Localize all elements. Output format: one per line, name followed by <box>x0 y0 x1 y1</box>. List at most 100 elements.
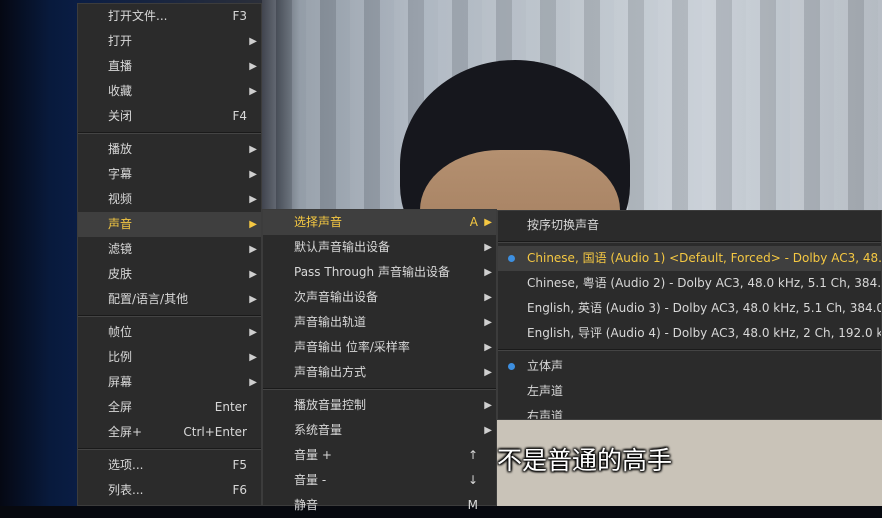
main-menu-item-2-3[interactable]: 全屏 Enter <box>78 395 261 420</box>
audio-menu-item-0-1[interactable]: 默认声音输出设备 ▶ <box>263 235 496 260</box>
main-menu-item-0-2[interactable]: 直播 ▶ <box>78 54 261 79</box>
submenu-arrow-icon: ▶ <box>484 425 492 436</box>
main-menu-item-1-5[interactable]: 皮肤 ▶ <box>78 262 261 287</box>
main-menu-item-shortcut: Enter <box>214 400 247 414</box>
audio-menu-item-0-3[interactable]: 次声音输出设备 ▶ <box>263 285 496 310</box>
select-audio-menu-item-2-2[interactable]: 右声道 <box>498 404 881 420</box>
submenu-arrow-icon: ▶ <box>249 377 257 388</box>
submenu-arrow-icon: ▶ <box>484 267 492 278</box>
main-menu-item-3-1[interactable]: 列表... F6 <box>78 478 261 503</box>
select-audio-menu-item-label: Chinese, 粤语 (Audio 2) - Dolby AC3, 48.0 … <box>527 276 882 290</box>
main-menu-item-label: 全屏+ <box>108 425 143 439</box>
audio-menu-item-0-6[interactable]: 声音输出方式 ▶ <box>263 360 496 385</box>
audio-menu-item-1-0[interactable]: 播放音量控制 ▶ <box>263 393 496 418</box>
main-menu-item-2-2[interactable]: 屏幕 ▶ <box>78 370 261 395</box>
main-menu-item-label: 打开 <box>108 34 133 48</box>
main-menu-item-1-1[interactable]: 字幕 ▶ <box>78 162 261 187</box>
audio-menu-item-label: 选择声音 <box>294 215 343 229</box>
main-menu-item-shortcut: F5 <box>232 458 247 472</box>
main-menu-item-shortcut: F4 <box>232 109 247 123</box>
select-audio-menu-item-0-0[interactable]: 按序切换声音 <box>498 213 881 238</box>
main-menu-item-0-1[interactable]: 打开 ▶ <box>78 29 261 54</box>
select-audio-menu-item-label: 右声道 <box>527 409 564 420</box>
audio-menu-item-label: 声音输出 位率/采样率 <box>294 340 410 354</box>
audio-menu-item-0-0[interactable]: 选择声音 A ▶ <box>263 210 496 235</box>
main-menu-item-label: 帧位 <box>108 325 133 339</box>
submenu-arrow-icon: ▶ <box>249 36 257 47</box>
main-menu-item-1-0[interactable]: 播放 ▶ <box>78 137 261 162</box>
audio-submenu: 选择声音 A ▶ 默认声音输出设备 ▶ Pass Through 声音输出设备 ▶ 次声音输出… <box>262 209 497 512</box>
main-menu-item-3-0[interactable]: 选项... F5 <box>78 453 261 478</box>
select-audio-menu-item-2-0[interactable]: 立体声 <box>498 354 881 379</box>
main-menu-item-shortcut: F6 <box>232 483 247 497</box>
select-audio-menu-item-label: Chinese, 国语 (Audio 1) <Default, Forced> … <box>527 251 882 265</box>
main-menu-item-2-0[interactable]: 帧位 ▶ <box>78 320 261 345</box>
select-audio-menu-item-1-0[interactable]: Chinese, 国语 (Audio 1) <Default, Forced> … <box>498 246 881 271</box>
main-menu-item-label: 关闭 <box>108 109 133 123</box>
main-menu-item-label: 列表... <box>108 483 144 497</box>
main-menu-item-0-3[interactable]: 收藏 ▶ <box>78 79 261 104</box>
audio-menu-item-shortcut: ↑ <box>467 448 478 462</box>
main-menu-item-2-1[interactable]: 比例 ▶ <box>78 345 261 370</box>
main-menu-item-label: 配置/语言/其他 <box>108 292 189 306</box>
main-menu-item-1-6[interactable]: 配置/语言/其他 ▶ <box>78 287 261 312</box>
radio-selected-icon <box>508 363 515 370</box>
audio-menu-item-0-2[interactable]: Pass Through 声音输出设备 ▶ <box>263 260 496 285</box>
audio-menu-item-1-2[interactable]: 音量 + ↑ <box>263 443 496 468</box>
audio-menu-item-label: 默认声音输出设备 <box>294 240 391 254</box>
audio-menu-item-1-3[interactable]: 音量 - ↓ <box>263 468 496 493</box>
main-menu-item-label: 打开文件... <box>108 9 168 23</box>
main-menu-item-1-3[interactable]: 声音 ▶ <box>78 212 261 237</box>
audio-menu-item-label: 音量 - <box>294 473 327 487</box>
select-audio-submenu: 按序切换声音 Chinese, 国语 (Audio 1) <Default, Fo… <box>497 210 882 420</box>
main-menu-item-label: 全屏 <box>108 400 133 414</box>
main-menu-item-1-4[interactable]: 滤镜 ▶ <box>78 237 261 262</box>
main-menu-item-label: 皮肤 <box>108 267 133 281</box>
main-menu-item-label: 视频 <box>108 192 133 206</box>
audio-menu-item-0-4[interactable]: 声音输出轨道 ▶ <box>263 310 496 335</box>
submenu-arrow-icon: ▶ <box>249 61 257 72</box>
video-subtitle: 不是普通的高手 <box>497 446 673 475</box>
select-audio-menu-item-1-2[interactable]: English, 英语 (Audio 3) - Dolby AC3, 48.0 … <box>498 296 881 321</box>
submenu-arrow-icon: ▶ <box>249 294 257 305</box>
submenu-arrow-icon: ▶ <box>249 352 257 363</box>
audio-menu-item-0-5[interactable]: 声音输出 位率/采样率 ▶ <box>263 335 496 360</box>
audio-menu-item-shortcut: A <box>469 215 478 229</box>
select-audio-menu-item-label: English, 导评 (Audio 4) - Dolby AC3, 48.0 … <box>527 326 882 340</box>
select-audio-menu-item-1-3[interactable]: English, 导评 (Audio 4) - Dolby AC3, 48.0 … <box>498 321 881 346</box>
select-audio-menu-item-label: 按序切换声音 <box>527 218 600 232</box>
audio-menu-item-label: 声音输出轨道 <box>294 315 367 329</box>
select-audio-menu-item-2-1[interactable]: 左声道 <box>498 379 881 404</box>
audio-menu-item-shortcut: ↓ <box>467 473 478 487</box>
audio-menu-item-label: 音量 + <box>294 448 332 462</box>
submenu-arrow-icon: ▶ <box>484 317 492 328</box>
main-context-menu: 打开文件... F3 打开 ▶ 直播 ▶ 收藏 ▶ 关闭 F4 播放 ▶ 字幕 ▶ 视频 ▶ 声音 ▶ 滤镜 ▶ 皮肤 ▶… <box>77 3 262 506</box>
submenu-arrow-icon: ▶ <box>484 367 492 378</box>
submenu-arrow-icon: ▶ <box>249 86 257 97</box>
select-audio-menu-item-label: English, 英语 (Audio 3) - Dolby AC3, 48.0 … <box>527 301 882 315</box>
main-menu-item-label: 直播 <box>108 59 133 73</box>
submenu-arrow-icon: ▶ <box>249 219 257 230</box>
main-menu-separator <box>78 132 261 134</box>
select-audio-menu-item-label: 立体声 <box>527 359 564 373</box>
main-menu-separator <box>78 315 261 317</box>
main-menu-item-1-2[interactable]: 视频 ▶ <box>78 187 261 212</box>
select-audio-menu-item-1-1[interactable]: Chinese, 粤语 (Audio 2) - Dolby AC3, 48.0 … <box>498 271 881 296</box>
audio-menu-item-1-1[interactable]: 系统音量 ▶ <box>263 418 496 443</box>
main-menu-item-0-0[interactable]: 打开文件... F3 <box>78 4 261 29</box>
submenu-arrow-icon: ▶ <box>484 342 492 353</box>
audio-menu-item-label: 次声音输出设备 <box>294 290 379 304</box>
submenu-arrow-icon: ▶ <box>484 242 492 253</box>
select-audio-menu-item-label: 左声道 <box>527 384 564 398</box>
main-menu-item-shortcut: Ctrl+Enter <box>183 425 247 439</box>
main-menu-item-0-4[interactable]: 关闭 F4 <box>78 104 261 129</box>
main-menu-item-label: 选项... <box>108 458 144 472</box>
submenu-arrow-icon: ▶ <box>249 269 257 280</box>
audio-menu-item-label: 播放音量控制 <box>294 398 367 412</box>
main-menu-item-shortcut: F3 <box>232 9 247 23</box>
audio-menu-item-label: Pass Through 声音输出设备 <box>294 265 450 279</box>
main-menu-item-2-4[interactable]: 全屏+ Ctrl+Enter <box>78 420 261 445</box>
submenu-arrow-icon: ▶ <box>249 327 257 338</box>
submenu-arrow-icon: ▶ <box>484 400 492 411</box>
audio-menu-item-label: 系统音量 <box>294 423 343 437</box>
